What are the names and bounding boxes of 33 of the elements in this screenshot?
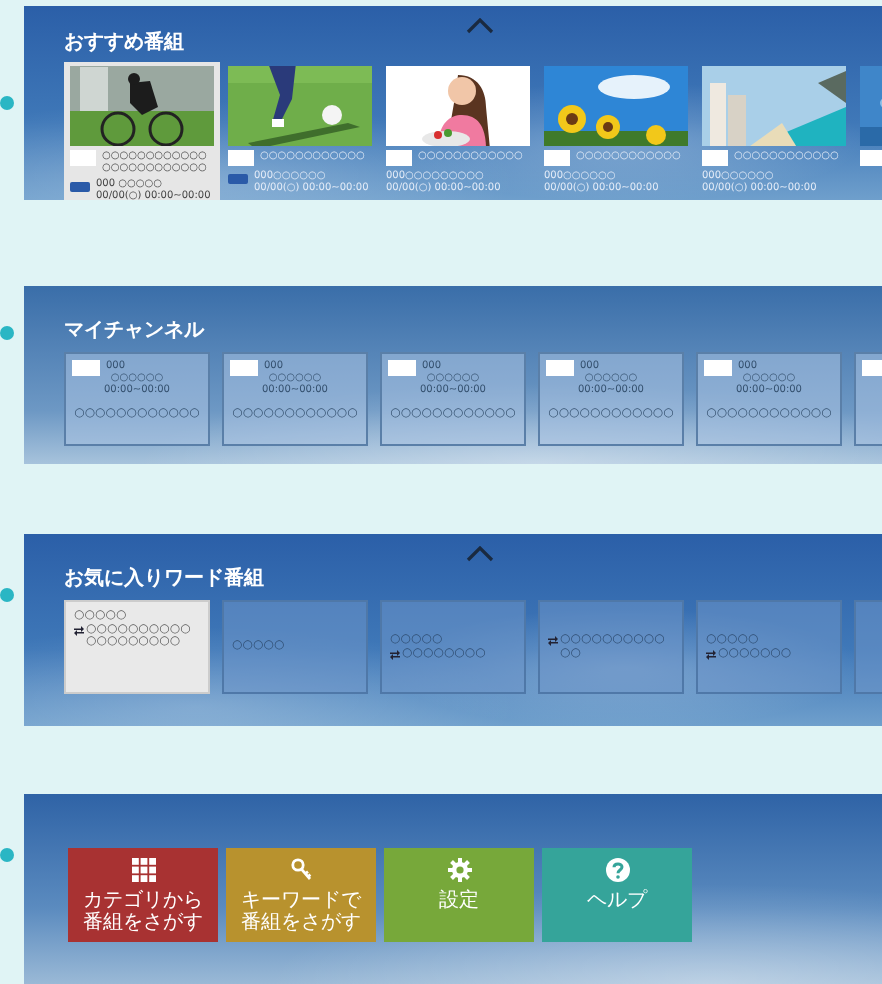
grid-icon: [131, 858, 155, 882]
channel-logo: [862, 360, 882, 376]
key-icon: [289, 858, 313, 882]
channel-logo: [70, 150, 96, 166]
arrows-icon: [74, 625, 84, 635]
arrows-icon: [390, 649, 400, 659]
channel-logo: [704, 360, 732, 376]
section-title: マイチャンネル: [64, 320, 204, 344]
section-title: おすすめ番組: [64, 32, 184, 56]
channel-logo: [702, 150, 728, 166]
channel-logo: [386, 150, 412, 166]
section-marker: [0, 325, 14, 339]
channel-logo: [860, 150, 882, 166]
settings-icon: [447, 858, 471, 882]
channel-logo: [230, 360, 258, 376]
section-title: お気に入りワード番組: [64, 568, 264, 592]
channel-logo: [228, 150, 254, 166]
channel-logo: [546, 360, 574, 376]
section-marker: [0, 848, 14, 862]
section-marker: [0, 96, 14, 110]
channel-logo: [388, 360, 416, 376]
arrows-icon: [548, 636, 558, 646]
channel-logo: [544, 150, 570, 166]
help-icon: [605, 858, 629, 882]
menu-button[interactable]: ヘルプ: [542, 848, 692, 942]
menu-button[interactable]: キーワードで番組をさがす: [226, 848, 376, 942]
channel-logo: [72, 360, 100, 376]
arrows-icon: [706, 649, 716, 659]
chevron-up-icon[interactable]: [466, 18, 494, 34]
section-marker: [0, 588, 14, 602]
chevron-up-icon[interactable]: [466, 546, 494, 562]
menu-button[interactable]: カテゴリから番組をさがす: [68, 848, 218, 942]
menu-button[interactable]: 設定: [384, 848, 534, 942]
